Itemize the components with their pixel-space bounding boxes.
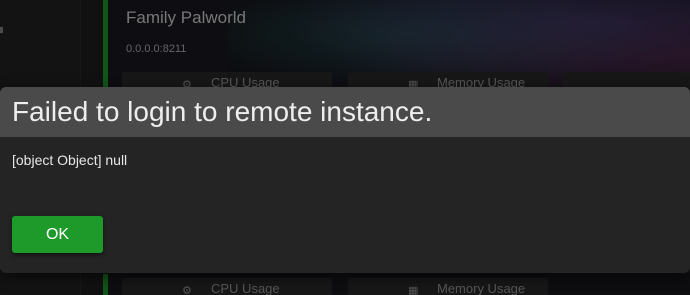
dialog-title: Failed to login to remote instance. (12, 96, 433, 127)
dialog-message: [object Object] null (12, 152, 128, 168)
dialog-header: Failed to login to remote instance. (0, 87, 690, 137)
ok-button[interactable]: OK (12, 216, 103, 253)
app-window: Family Palworld 0.0.0.0:8211 ⚙ CPU Usage… (0, 0, 690, 295)
error-dialog: Failed to login to remote instance. [obj… (0, 87, 690, 273)
